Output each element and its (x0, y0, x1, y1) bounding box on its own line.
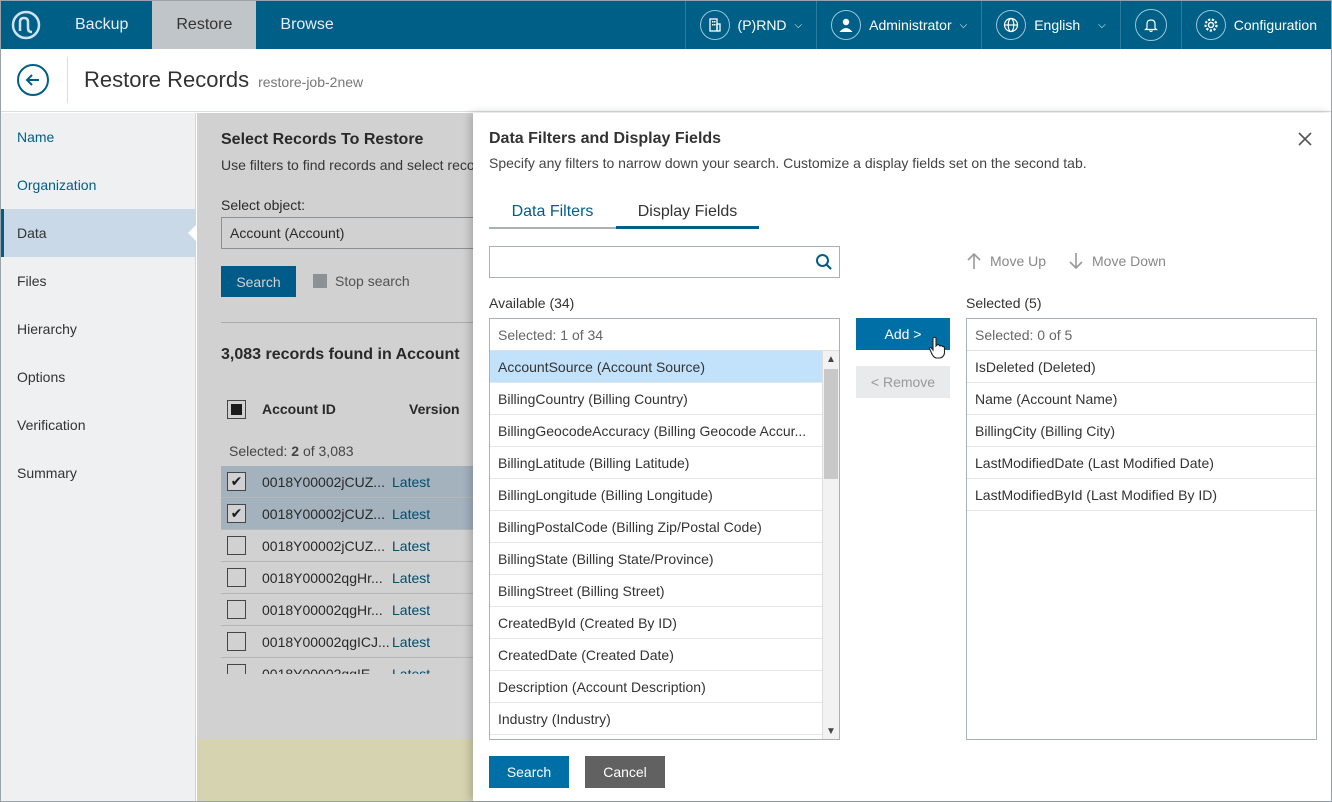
remove-button[interactable]: < Remove (856, 366, 950, 398)
org-selector[interactable]: (P)RND ⌵ (684, 1, 817, 49)
language-name: English (1034, 17, 1081, 33)
search-icon[interactable] (815, 253, 833, 274)
move-up-label: Move Up (990, 253, 1047, 269)
chevron-down-icon: ⌵ (1098, 19, 1106, 31)
configuration-button[interactable]: Configuration (1180, 1, 1331, 49)
hand-cursor-icon (928, 336, 946, 363)
sidebar-item-hierarchy[interactable]: Hierarchy (1, 305, 195, 353)
back-button[interactable] (17, 64, 49, 96)
arrow-down-icon (1069, 253, 1083, 270)
sidebar-item-data[interactable]: Data (1, 209, 196, 257)
list-item[interactable]: BillingLatitude (Billing Latitude) (490, 447, 822, 479)
dialog-search-button[interactable]: Search (489, 756, 569, 788)
dialog-cancel-button[interactable]: Cancel (585, 756, 665, 788)
top-bar: Backup Restore Browse (P)RND ⌵ Administr… (1, 1, 1331, 49)
list-item[interactable]: BillingStreet (Billing Street) (490, 575, 822, 607)
arrow-up-icon (967, 252, 981, 269)
list-item[interactable]: LastModifiedById (Last Modified By ID) (967, 479, 1316, 511)
org-name: (P)RND (737, 17, 787, 33)
tab-browse[interactable]: Browse (256, 1, 357, 49)
available-fields-list: Selected: 1 of 34 AccountSource (Account… (489, 318, 840, 740)
list-item[interactable]: Name (Account Name) (967, 383, 1316, 415)
available-label: Available (34) (489, 295, 575, 311)
gear-icon (1195, 10, 1226, 40)
data-filters-dialog: Data Filters and Display Fields Specify … (473, 113, 1331, 801)
configuration-label: Configuration (1233, 17, 1317, 33)
wizard-sidebar: Name Organization Data Files Hierarchy O… (1, 113, 196, 801)
move-down-button[interactable]: Move Down (1068, 252, 1166, 270)
page-header: Restore Records restore-job-2new (1, 49, 1331, 112)
dialog-description: Specify any filters to narrow down your … (489, 155, 1087, 171)
sidebar-item-verification[interactable]: Verification (1, 401, 195, 449)
list-item[interactable]: CreatedById (Created By ID) (490, 607, 822, 639)
notifications-button[interactable] (1119, 1, 1181, 49)
sidebar-item-organization[interactable]: Organization (1, 161, 195, 209)
page-title: Restore Records (84, 67, 250, 92)
sidebar-item-files[interactable]: Files (1, 257, 195, 305)
user-icon (831, 10, 862, 40)
list-item[interactable]: BillingCity (Billing City) (967, 415, 1316, 447)
list-item[interactable]: LastModifiedDate (Last Modified Date) (967, 447, 1316, 479)
sidebar-item-name[interactable]: Name (1, 113, 195, 161)
header-divider (67, 57, 68, 103)
list-item[interactable]: AccountSource (Account Source) (490, 351, 822, 383)
chevron-down-icon: ⌵ (959, 19, 968, 31)
tab-backup[interactable]: Backup (51, 1, 152, 49)
selected-label: Selected (5) (966, 295, 1042, 311)
list-item[interactable]: Description (Account Description) (490, 671, 822, 703)
tab-display-fields[interactable]: Display Fields (616, 197, 759, 229)
footer-area (197, 739, 477, 801)
dialog-tabs: Data Filters Display Fields (489, 197, 759, 229)
scrollbar-thumb[interactable] (824, 369, 838, 479)
list-item[interactable]: BillingState (Billing State/Province) (490, 543, 822, 575)
selected-selection-count: Selected: 0 of 5 (967, 319, 1316, 351)
scroll-up-icon[interactable]: ▲ (823, 351, 839, 367)
close-icon[interactable] (1297, 131, 1313, 147)
list-scrollbar[interactable]: ▲ ▼ (822, 351, 839, 739)
sidebar-item-summary[interactable]: Summary (1, 449, 195, 497)
chevron-down-icon: ⌵ (794, 19, 803, 31)
tab-restore[interactable]: Restore (152, 1, 257, 49)
bell-icon (1134, 9, 1167, 41)
globe-icon (996, 10, 1027, 40)
job-name: restore-job-2new (258, 74, 364, 90)
list-item[interactable]: BillingPostalCode (Billing Zip/Postal Co… (490, 511, 822, 543)
list-item[interactable]: IsDeleted (Deleted) (967, 351, 1316, 383)
arrow-left-icon (25, 74, 39, 86)
tab-data-filters[interactable]: Data Filters (489, 197, 616, 229)
app-logo-icon[interactable] (1, 1, 51, 49)
list-item[interactable]: Industry (Industry) (490, 703, 822, 735)
scroll-down-icon[interactable]: ▼ (823, 723, 839, 739)
list-item[interactable]: BillingLongitude (Billing Longitude) (490, 479, 822, 511)
user-menu[interactable]: Administrator ⌵ (816, 1, 981, 49)
list-item[interactable]: BillingCountry (Billing Country) (490, 383, 822, 415)
language-selector[interactable]: English ⌵ (981, 1, 1120, 49)
list-item[interactable]: BillingGeocodeAccuracy (Billing Geocode … (490, 415, 822, 447)
selected-fields-list: Selected: 0 of 5 IsDeleted (Deleted) Nam… (966, 318, 1317, 740)
fields-search-input[interactable] (489, 246, 840, 278)
available-selection-count: Selected: 1 of 34 (490, 319, 839, 351)
user-name: Administrator (869, 17, 952, 33)
move-down-label: Move Down (1092, 253, 1166, 269)
list-item[interactable]: CreatedDate (Created Date) (490, 639, 822, 671)
sidebar-item-options[interactable]: Options (1, 353, 195, 401)
move-up-button[interactable]: Move Up (966, 252, 1046, 270)
building-icon (699, 10, 730, 40)
dialog-title: Data Filters and Display Fields (489, 130, 722, 147)
